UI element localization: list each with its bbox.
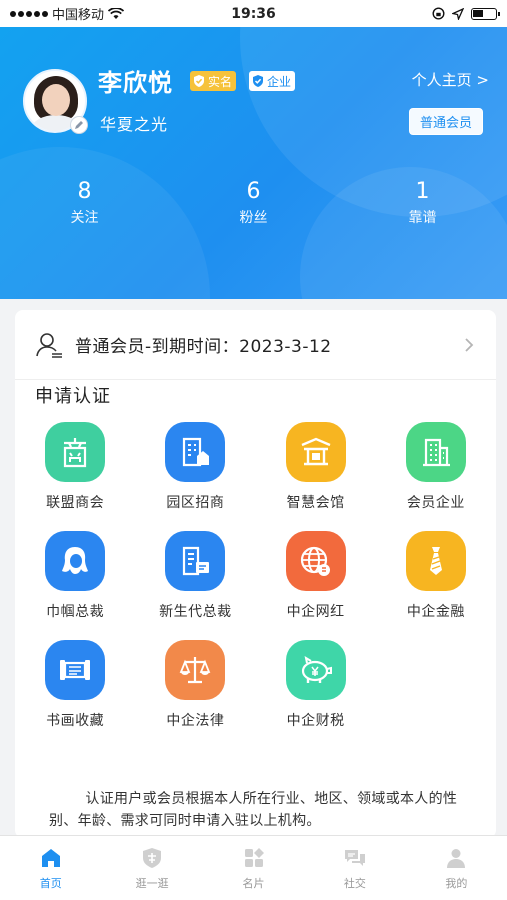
grid-item-label: 书画收藏 — [46, 713, 105, 729]
rotation-lock-icon — [432, 7, 445, 20]
tab-label: 我的 — [445, 877, 468, 890]
shield-check-icon — [253, 75, 263, 87]
grid-item-label: 中企法律 — [166, 713, 225, 729]
real-name-badge: 实名 — [190, 71, 237, 91]
building-park-icon — [165, 422, 226, 482]
tab-label: 社交 — [343, 877, 366, 890]
membership-expiry-text: 普通会员-到期时间：2023-3-12 — [75, 337, 332, 357]
grid-item-tax[interactable]: 中企财税 — [256, 640, 376, 730]
stat-label: 粉丝 — [239, 210, 268, 226]
grid-item-pavilion[interactable]: 智慧会馆 — [256, 422, 376, 512]
home-icon — [41, 849, 60, 867]
personal-homepage-link[interactable]: 个人主页 > — [412, 69, 489, 90]
card-grid-icon — [244, 848, 264, 867]
pavilion-icon — [285, 422, 346, 482]
edit-avatar-icon[interactable] — [70, 116, 88, 134]
tab-label: 首页 — [39, 877, 62, 890]
membership-row[interactable]: 普通会员-到期时间：2023-3-12 — [15, 310, 496, 380]
certification-grid: 联盟商会 园区招商 智慧会馆 会员企业 巾帼总裁 新生代总裁 中企网红 中企金融… — [15, 422, 496, 730]
stats-row: 8 关注 6 粉丝 1 靠谱 — [0, 179, 507, 227]
carrier-label: 中国移动 — [52, 8, 105, 23]
wifi-icon — [108, 7, 125, 19]
member-person-icon — [36, 332, 62, 358]
grid-item-law[interactable]: 中企法律 — [135, 640, 255, 730]
tab-stroll[interactable]: 逛一逛 — [101, 836, 202, 900]
section-title: 申请认证 — [35, 386, 111, 407]
grid-item-member-enterprise[interactable]: 会员企业 — [376, 422, 496, 512]
tab-social[interactable]: 社交 — [304, 836, 405, 900]
stat-value: 6 — [246, 179, 261, 204]
status-bar: 中国移动 19:36 — [0, 0, 507, 27]
stat-reliable[interactable]: 1 靠谱 — [338, 179, 507, 227]
stat-fans[interactable]: 6 粉丝 — [169, 179, 338, 227]
grid-item-label: 中企网红 — [286, 604, 345, 620]
woman-icon — [45, 531, 106, 591]
status-time: 19:36 — [231, 5, 276, 22]
tab-label: 名片 — [242, 877, 265, 890]
stat-label: 靠谱 — [408, 210, 437, 226]
chat-icon — [344, 850, 365, 866]
real-name-badge-label: 实名 — [208, 74, 233, 89]
certification-card: 普通会员-到期时间：2023-3-12 申请认证 联盟商会 园区招商 智慧会馆 — [15, 310, 496, 838]
grid-item-new-generation[interactable]: 新生代总裁 — [135, 531, 255, 621]
stroll-icon — [143, 848, 162, 868]
scroll-icon — [45, 640, 106, 700]
scales-icon — [165, 640, 226, 700]
status-left: 中国移动 — [10, 4, 125, 23]
signal-strength-icon — [10, 10, 48, 17]
enterprise-badge-label: 企业 — [267, 74, 292, 89]
chevron-right-icon — [465, 338, 474, 352]
grid-item-label: 中企财税 — [286, 713, 345, 729]
piggy-bank-icon — [285, 640, 346, 700]
battery-icon — [471, 7, 500, 20]
globe-icon — [285, 531, 346, 591]
bottom-tab-bar: 首页 逛一逛 名片 社交 我的 — [0, 835, 507, 900]
tab-home[interactable]: 首页 — [0, 836, 101, 900]
grid-item-label: 巾帼总裁 — [46, 604, 105, 620]
status-right — [432, 7, 500, 20]
tab-cards[interactable]: 名片 — [203, 836, 304, 900]
person-icon — [447, 849, 466, 868]
member-level-button[interactable]: 普通会员 — [409, 108, 483, 135]
enterprise-badge: 企业 — [249, 71, 296, 91]
grid-item-label: 中企金融 — [406, 604, 465, 620]
shield-check-icon — [194, 75, 204, 87]
grid-item-calligraphy[interactable]: 书画收藏 — [15, 640, 135, 730]
grid-item-influencer[interactable]: 中企网红 — [256, 531, 376, 621]
stat-value: 8 — [77, 179, 92, 204]
grid-item-finance[interactable]: 中企金融 — [376, 531, 496, 621]
tab-label: 逛一逛 — [135, 877, 169, 890]
stat-following[interactable]: 8 关注 — [0, 179, 169, 227]
certification-note: 认证用户或会员根据本人所在行业、地区、领域或本人的性别、年龄、需求可同时申请入驻… — [49, 791, 458, 829]
location-arrow-icon — [452, 7, 464, 20]
tie-icon — [405, 531, 466, 591]
stat-label: 关注 — [70, 210, 99, 226]
new-generation-icon — [165, 531, 226, 591]
grid-item-label: 新生代总裁 — [159, 604, 232, 620]
grid-item-female-ceo[interactable]: 巾帼总裁 — [15, 531, 135, 621]
office-building-icon — [405, 422, 466, 482]
tab-mine[interactable]: 我的 — [406, 836, 507, 900]
grid-item-label: 园区招商 — [166, 495, 225, 511]
user-name: 李欣悦 — [98, 69, 173, 97]
company-name: 华夏之光 — [100, 115, 169, 134]
shop-icon — [45, 422, 106, 482]
grid-item-label: 联盟商会 — [46, 495, 105, 511]
grid-item-alliance[interactable]: 联盟商会 — [15, 422, 135, 512]
profile-header: 李欣悦 实名 企业 华夏之光 个人主页 > 普通会员 8 关注 6 粉丝 1 靠… — [0, 27, 507, 299]
grid-item-label: 智慧会馆 — [286, 495, 345, 511]
grid-item-park[interactable]: 园区招商 — [135, 422, 255, 512]
stat-value: 1 — [415, 179, 430, 204]
grid-item-label: 会员企业 — [406, 495, 465, 511]
